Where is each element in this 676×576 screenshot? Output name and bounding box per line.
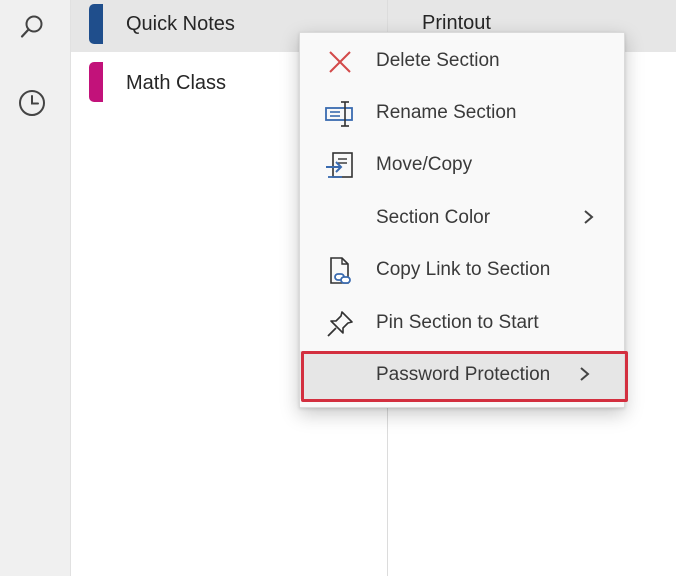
recent-clock-icon[interactable] <box>15 86 49 120</box>
chevron-right-icon <box>582 207 596 227</box>
menu-item-label: Move/Copy <box>376 154 473 175</box>
annotation-highlight-box <box>301 351 628 402</box>
menu-item-label: Copy Link to Section <box>376 259 551 280</box>
menu-item-label: Rename Section <box>376 102 517 123</box>
section-color-tab <box>89 4 103 44</box>
menu-item-copy-link[interactable]: Copy Link to Section <box>300 246 624 294</box>
rename-icon <box>324 99 356 129</box>
menu-item-section-color[interactable]: Section Color <box>300 194 624 242</box>
menu-item-label: Delete Section <box>376 50 500 71</box>
nav-rail <box>0 0 71 576</box>
menu-item-label: Section Color <box>376 207 491 228</box>
pin-icon <box>324 309 356 339</box>
menu-item-rename-section[interactable]: Rename Section <box>300 89 624 137</box>
menu-item-move-copy[interactable]: Move/Copy <box>300 141 624 189</box>
section-label: Quick Notes <box>126 13 235 35</box>
x-icon <box>324 47 356 77</box>
link-icon <box>324 256 356 286</box>
menu-item-delete-section[interactable]: Delete Section <box>300 37 624 85</box>
section-color-tab <box>89 62 103 102</box>
section-label: Math Class <box>126 72 227 94</box>
menu-item-pin-section[interactable]: Pin Section to Start <box>300 299 624 347</box>
menu-item-label: Pin Section to Start <box>376 312 539 333</box>
search-icon[interactable] <box>15 10 49 44</box>
move-copy-icon <box>324 151 356 181</box>
